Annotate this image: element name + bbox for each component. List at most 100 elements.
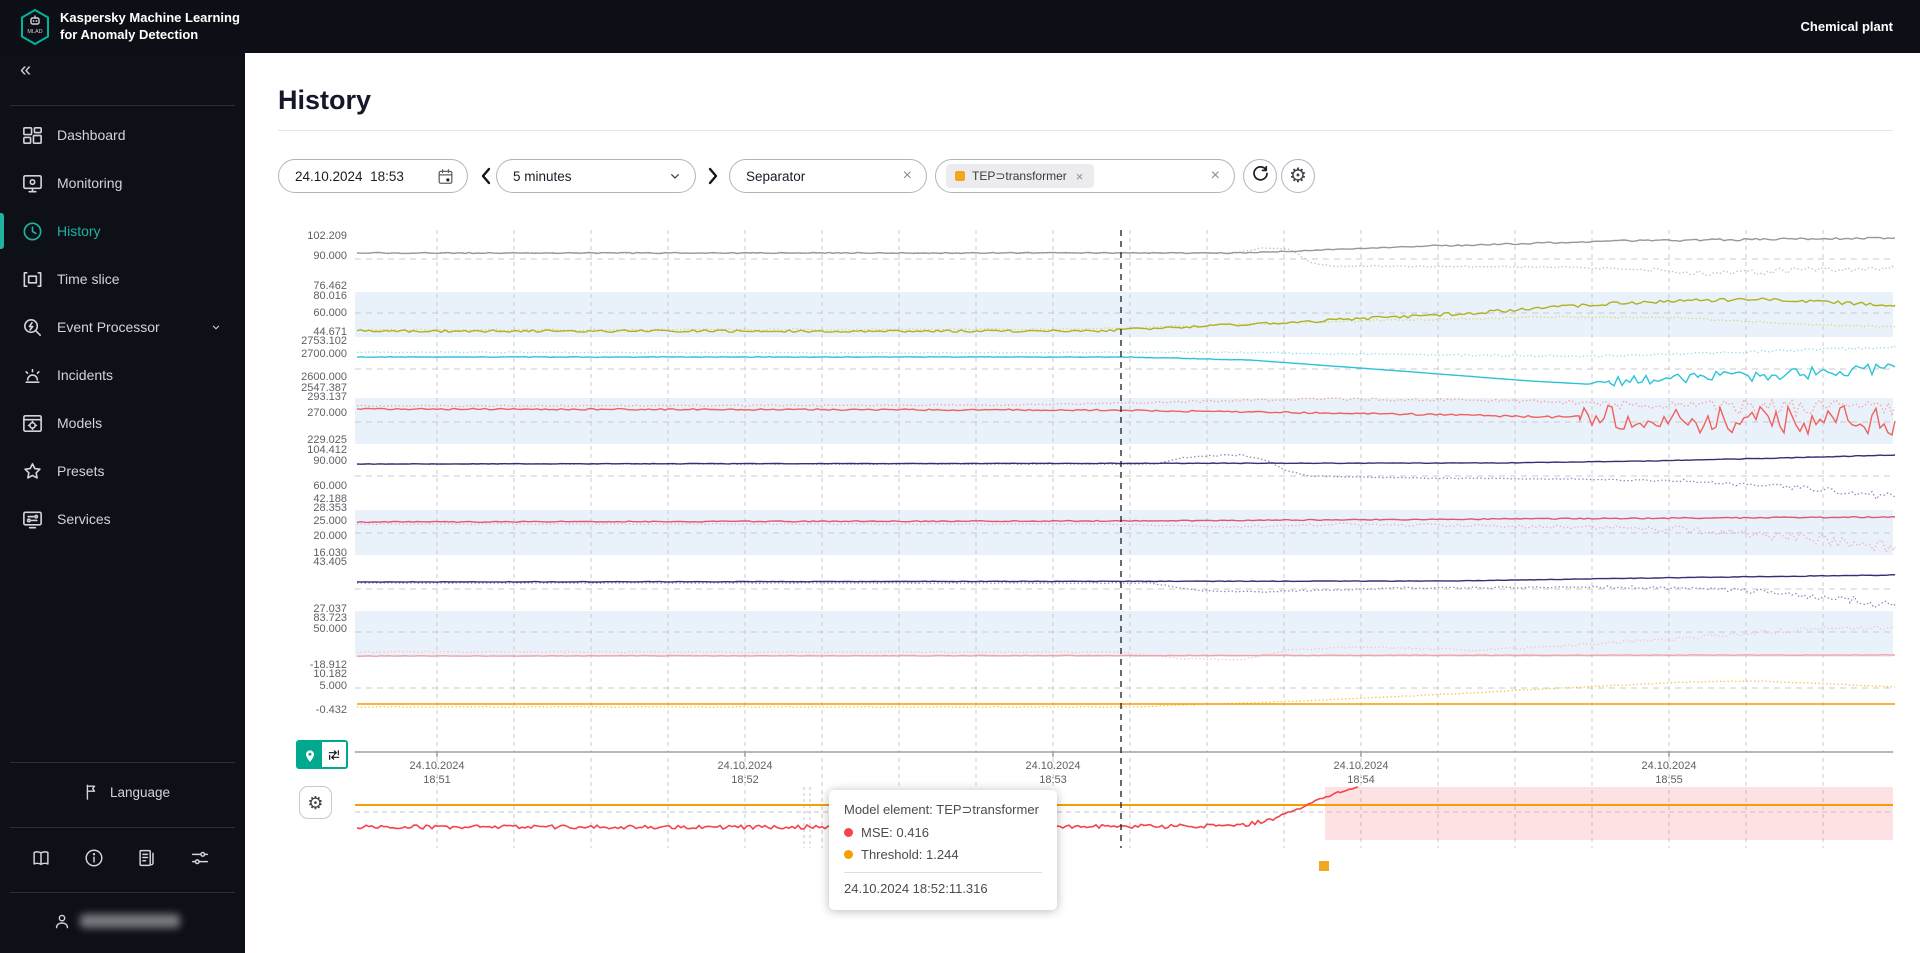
chart-tooltip: Model element: TEP⊃transformer MSE: 0.41… [829, 790, 1057, 910]
flag-icon [82, 782, 102, 802]
sidebar-item-services[interactable]: Services [0, 495, 245, 543]
sidebar-item-label: Dashboard [57, 127, 126, 143]
sidebar-item-label: Presets [57, 463, 105, 479]
gear-icon: ⚙ [307, 792, 324, 813]
dashboard-icon [21, 124, 44, 147]
mse-dot [844, 828, 853, 837]
sidebar-nav: Dashboard Monitoring History Time slice Even… [0, 111, 245, 543]
remove-chip-icon[interactable]: × [1074, 170, 1086, 183]
model-chip-label: TEP⊃transformer [972, 169, 1067, 183]
sidebar-item-models[interactable]: Models [0, 399, 245, 447]
language-button[interactable]: Language [82, 782, 170, 802]
user-icon [52, 911, 72, 931]
documentation-book-icon[interactable] [30, 847, 56, 873]
page-title: History [278, 85, 372, 115]
element-filter-input[interactable]: Separator × [729, 159, 927, 193]
top-bar: MLAD Kaspersky Machine Learning for Anom… [0, 0, 1920, 53]
pin-position-toggle[interactable] [298, 742, 322, 767]
series-5-navy-predicted [356, 453, 1896, 501]
active-indicator [0, 213, 4, 249]
kaspersky-mlad-logo: MLAD [20, 8, 50, 46]
anomaly-region [1325, 787, 1893, 840]
datetime-value: 24.10.2024 18:53 [295, 168, 404, 184]
series-7-navy-observed [356, 573, 1896, 583]
chevron-down-icon [667, 168, 683, 184]
user-account[interactable] [52, 911, 180, 931]
refresh-button[interactable] [1243, 159, 1277, 193]
app-title: Kaspersky Machine Learning for Anomaly D… [60, 10, 240, 42]
refresh-icon [1251, 164, 1270, 188]
time-slice-icon [21, 268, 44, 291]
datetime-input[interactable]: 24.10.2024 18:53 [278, 159, 468, 193]
series-5-navy-observed [356, 454, 1896, 465]
previous-interval-button[interactable] [479, 166, 493, 186]
sidebar-item-history[interactable]: History [0, 207, 245, 255]
sidebar-item-label: Event Processor [57, 319, 160, 335]
sidebar-item-label: Time slice [57, 271, 120, 287]
chart-band [355, 292, 1893, 337]
clear-filter-icon[interactable]: × [901, 168, 914, 184]
series-3-cyan-observed [356, 355, 1896, 387]
history-icon [21, 220, 44, 243]
user-email-blurred [80, 914, 180, 928]
chevron-down-icon [209, 320, 223, 334]
divider [10, 762, 235, 763]
chart-band [355, 611, 1893, 657]
history-chart[interactable] [345, 225, 1905, 880]
tooltip-threshold-value: Threshold: 1.244 [861, 847, 959, 862]
sidebar-item-label: Incidents [57, 367, 114, 383]
sidebar-item-label: History [57, 223, 101, 239]
next-interval-button[interactable] [706, 166, 720, 186]
language-label: Language [110, 784, 171, 800]
sidebar-item-presets[interactable]: Presets [0, 447, 245, 495]
model-chip[interactable]: TEP⊃transformer × [946, 164, 1095, 188]
interval-select[interactable]: 5 minutes [496, 159, 696, 193]
series-1-gray-observed [356, 236, 1896, 255]
sidebar-item-event-processor[interactable]: Event Processor [0, 303, 245, 351]
interval-value: 5 minutes [513, 168, 572, 184]
gear-icon: ⚙ [1289, 165, 1307, 187]
models-icon [21, 412, 44, 435]
clear-models-icon[interactable]: × [1209, 168, 1222, 184]
chart-settings-button[interactable]: ⚙ [1281, 159, 1315, 193]
chart-mode-toggle [296, 740, 348, 769]
sidebar-item-monitoring[interactable]: Monitoring [0, 159, 245, 207]
sidebar-item-time-slice[interactable]: Time slice [0, 255, 245, 303]
tooltip-mse-value: MSE: 0.416 [861, 825, 929, 840]
divider [278, 130, 1893, 131]
chart-band [355, 510, 1893, 555]
divider [10, 105, 235, 106]
sidebar-item-label: Models [57, 415, 103, 431]
sidebar-item-dashboard[interactable]: Dashboard [0, 111, 245, 159]
settings-sliders-icon[interactable] [189, 847, 215, 873]
element-filter-value: Separator [746, 168, 806, 184]
tooltip-title: Model element: TEP⊃transformer [844, 802, 1039, 817]
model-filter-input[interactable]: TEP⊃transformer × × [935, 159, 1235, 193]
model-color-swatch [955, 171, 965, 181]
services-icon [21, 508, 44, 531]
divider [844, 872, 1042, 873]
sidebar-collapse-button[interactable]: « [20, 59, 31, 82]
shift-range-toggle[interactable] [322, 742, 346, 767]
info-icon[interactable] [83, 847, 109, 873]
sidebar-item-label: Monitoring [57, 175, 123, 191]
mse-chart-settings-button[interactable]: ⚙ [299, 786, 332, 819]
series-3-cyan-predicted [356, 344, 1896, 358]
sidebar: « Dashboard Monitoring History Time slice Ev… [0, 53, 245, 953]
divider [10, 892, 235, 893]
app-root: MLAD Kaspersky Machine Learning for Anom… [0, 0, 1920, 953]
sidebar-utility-row [0, 847, 245, 873]
svg-text:MLAD: MLAD [27, 29, 42, 35]
anomaly-marker[interactable] [1319, 861, 1329, 871]
series-7-navy-predicted [356, 582, 1896, 609]
divider [10, 827, 235, 828]
changelog-icon[interactable] [136, 847, 162, 873]
sidebar-item-incidents[interactable]: Incidents [0, 351, 245, 399]
monitoring-icon [21, 172, 44, 195]
event-processor-icon [21, 316, 44, 339]
calendar-icon[interactable] [436, 167, 455, 186]
tooltip-timestamp: 24.10.2024 18:52:11.316 [844, 881, 988, 896]
presets-icon [21, 460, 44, 483]
incidents-icon [21, 364, 44, 387]
sidebar-item-label: Services [57, 511, 111, 527]
